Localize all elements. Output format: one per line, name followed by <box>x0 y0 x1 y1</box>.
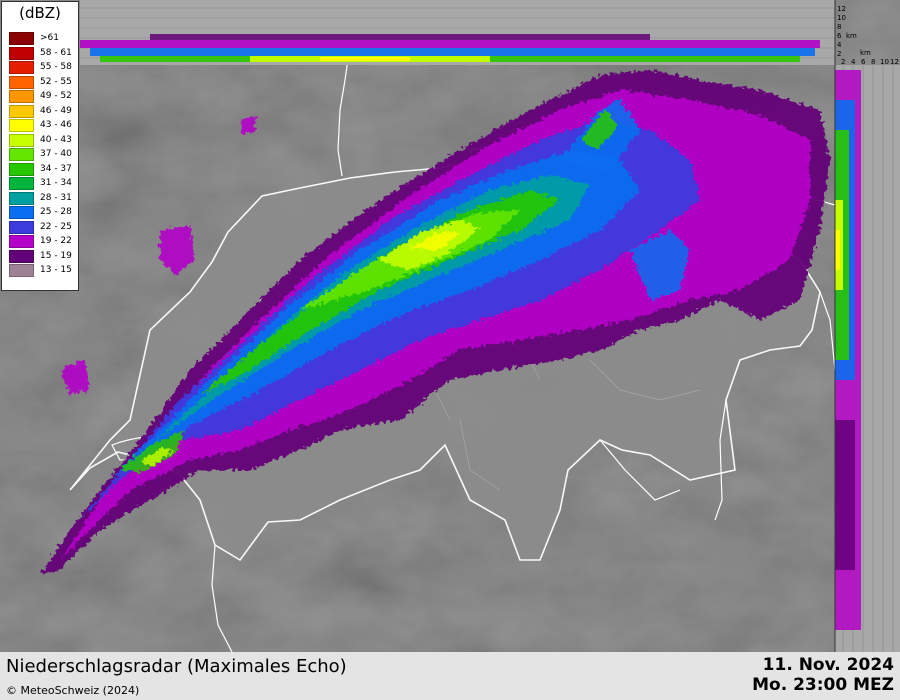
legend-label: 15 - 19 <box>40 250 72 261</box>
legend-label: 49 - 52 <box>40 91 72 101</box>
legend-item: 22 - 25 <box>9 220 77 234</box>
legend-swatch <box>9 46 34 60</box>
legend-swatch <box>9 235 34 248</box>
legend-swatch <box>9 133 34 147</box>
legend-label: 19 - 22 <box>40 236 72 246</box>
legend-item: 19 - 22 <box>9 235 77 248</box>
legend-swatch <box>9 249 34 263</box>
legend-swatch <box>9 206 34 219</box>
legend-swatch <box>9 119 34 132</box>
legend-item: 34 - 37 <box>9 162 77 176</box>
legend-item: 49 - 52 <box>9 90 77 103</box>
copyright: © MeteoSchweiz (2024) <box>6 684 140 697</box>
legend-item: 52 - 55 <box>9 75 77 89</box>
legend-title: (dBZ) <box>19 4 61 22</box>
legend-item: 55 - 58 <box>9 61 77 74</box>
legend-item: 28 - 31 <box>9 191 77 205</box>
legend-swatch <box>9 61 34 74</box>
legend-label: 25 - 28 <box>40 207 72 217</box>
legend-label: 40 - 43 <box>40 134 72 145</box>
date: 11. Nov. 2024 <box>762 655 894 675</box>
alt-tick: 12 <box>837 5 846 13</box>
legend-item: 31 - 34 <box>9 177 77 190</box>
legend-label: 28 - 31 <box>40 192 72 203</box>
alt-unit: km <box>846 32 857 40</box>
product-title: Niederschlagsradar (Maximales Echo) <box>6 656 347 677</box>
dist-tick: 2 <box>841 58 845 66</box>
legend-item: 40 - 43 <box>9 133 77 147</box>
time: Mo. 23:00 MEZ <box>752 675 894 695</box>
right-profile-panel <box>835 65 900 652</box>
legend-label: 46 - 49 <box>40 105 72 116</box>
footer: Niederschlagsradar (Maximales Echo) © Me… <box>0 652 900 700</box>
legend-label: 13 - 15 <box>40 265 72 275</box>
legend-label: >61 <box>40 33 59 43</box>
radar-map: 12 10 8 6 4 2 km km 2 4 6 8 10 12 <box>0 0 900 652</box>
alt-tick: 6 <box>837 32 842 40</box>
legend-swatch <box>9 148 34 161</box>
legend-swatch <box>9 104 34 118</box>
legend-label: 31 - 34 <box>40 178 72 188</box>
alt-tick: 8 <box>837 23 841 31</box>
dist-tick: 12 <box>890 58 899 66</box>
legend-label: 22 - 25 <box>40 221 72 232</box>
legend-item: 37 - 40 <box>9 148 77 161</box>
legend-swatch <box>9 162 34 176</box>
legend-label: 55 - 58 <box>40 62 72 72</box>
legend-label: 34 - 37 <box>40 163 72 174</box>
dist-tick: 4 <box>851 58 856 66</box>
alt-tick: 10 <box>837 14 846 22</box>
legend-item: 46 - 49 <box>9 104 77 118</box>
legend-label: 43 - 46 <box>40 120 72 130</box>
dbz-legend: (dBZ) >61 58 - 61 55 - 58 52 - 55 49 - 52 46 … <box>1 1 79 291</box>
legend-label: 52 - 55 <box>40 76 72 87</box>
legend-item: 43 - 46 <box>9 119 77 132</box>
dist-tick: 6 <box>861 58 866 66</box>
alt-tick: 4 <box>837 41 842 49</box>
alt-unit: km <box>860 49 871 57</box>
legend-swatch <box>9 32 34 45</box>
legend-swatch <box>9 264 34 277</box>
legend-swatch <box>9 191 34 205</box>
legend-swatch <box>9 220 34 234</box>
legend-swatch <box>9 177 34 190</box>
dist-tick: 8 <box>871 58 875 66</box>
legend-swatch <box>9 90 34 103</box>
legend-label: 58 - 61 <box>40 47 72 58</box>
legend-item: 15 - 19 <box>9 249 77 263</box>
alt-tick: 2 <box>837 50 841 58</box>
legend-swatch <box>9 75 34 89</box>
legend-item: 25 - 28 <box>9 206 77 219</box>
legend-label: 37 - 40 <box>40 149 72 159</box>
legend-item: 58 - 61 <box>9 46 77 60</box>
legend-item: 13 - 15 <box>9 264 77 277</box>
legend-item: >61 <box>9 32 77 45</box>
top-profile-panel <box>80 0 835 65</box>
dist-tick: 10 <box>880 58 889 66</box>
